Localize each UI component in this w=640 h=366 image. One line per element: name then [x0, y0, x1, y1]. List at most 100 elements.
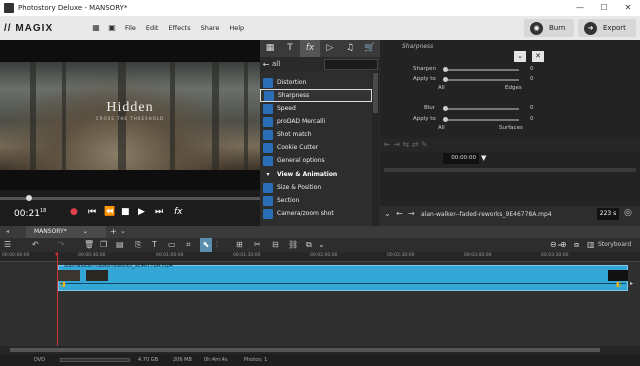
sharpen-value[interactable]: 0	[530, 66, 534, 72]
track-arrow-icon[interactable]: ▸	[630, 280, 633, 287]
effect-group-view-animation[interactable]: ▾ View & Animation	[260, 168, 372, 181]
apply-to-value[interactable]: 0	[530, 76, 534, 82]
media-grid-icon[interactable]: ▦	[260, 40, 280, 57]
tab-music[interactable]: ♫	[340, 40, 360, 57]
back-arrow-icon[interactable]: ←	[260, 60, 272, 69]
record-icon[interactable]: ●	[70, 207, 78, 217]
close-button[interactable]: ✕	[616, 0, 640, 16]
effect-item-size-position[interactable]: Size & Position	[260, 181, 372, 194]
chevron-double-down-icon[interactable]: ⌄	[384, 209, 391, 218]
crop-icon[interactable]: ⌗	[186, 238, 191, 252]
effect-item-shot-match[interactable]: Shot match	[260, 128, 372, 141]
delete-icon[interactable]: 🗑	[84, 238, 94, 252]
play-icon[interactable]: ▶	[138, 207, 145, 217]
close-icon[interactable]: ✕	[532, 51, 544, 62]
zoom-fit-icon[interactable]: ⧈	[574, 238, 579, 252]
apply-to-slider[interactable]	[445, 79, 519, 81]
skip-back-icon[interactable]: ⏮	[88, 207, 96, 217]
export-button[interactable]: ➜ Export	[578, 19, 636, 37]
unlink-icon[interactable]: ⧉	[306, 238, 312, 252]
chevron-down-icon[interactable]: ⌄	[318, 238, 325, 252]
playhead[interactable]	[57, 252, 58, 346]
zoom-in-icon[interactable]: ⊕	[560, 238, 567, 252]
info-icon[interactable]: ◎	[624, 208, 632, 218]
next-arrow-icon[interactable]: →	[408, 209, 415, 218]
tab-transitions[interactable]: ▷	[320, 40, 340, 57]
maximize-button[interactable]: ☐	[592, 0, 616, 16]
effect-item-section[interactable]: Section	[260, 194, 372, 207]
cut-icon[interactable]: ✂	[254, 238, 261, 252]
storyboard-button[interactable]: Storyboard	[598, 238, 631, 252]
effect-item-general-options[interactable]: General options	[260, 154, 372, 167]
group-icon[interactable]: ⊟	[272, 238, 279, 252]
keyframe-scrollbar[interactable]	[384, 168, 636, 172]
blur-slider-handle[interactable]	[443, 106, 448, 111]
sharpen-slider[interactable]	[445, 69, 519, 71]
sharpen-slider-handle[interactable]	[443, 67, 448, 72]
effect-item-prodad-mercalli[interactable]: proDAD Mercalli	[260, 115, 372, 128]
zoom-out-icon[interactable]: ⊖	[550, 238, 557, 252]
apply-to-value[interactable]: 0	[530, 116, 534, 122]
tab-store[interactable]: 🛒	[360, 40, 380, 57]
menu-file[interactable]: File	[120, 24, 141, 32]
tab-titles[interactable]: T	[280, 40, 300, 57]
skip-forward-icon[interactable]: ⏭	[155, 207, 163, 217]
chevron-down-icon[interactable]: ⌄	[83, 228, 88, 235]
fade-handle-icon[interactable]: ◧	[616, 281, 622, 288]
menu-share[interactable]: Share	[196, 24, 225, 32]
paste-icon[interactable]: ▤	[116, 238, 124, 252]
add-tab-icon[interactable]: +	[110, 227, 117, 236]
effects-search-input[interactable]	[324, 58, 378, 70]
keyframe-marker-icon[interactable]: ▼	[481, 154, 486, 162]
redo-icon[interactable]: ↷	[58, 238, 65, 252]
timeline-scrollbar[interactable]	[0, 346, 640, 354]
stop-icon[interactable]: ■	[121, 207, 130, 217]
scrollbar-thumb[interactable]	[373, 73, 378, 113]
position-slider[interactable]	[0, 197, 260, 200]
menu-effects[interactable]: Effects	[163, 24, 195, 32]
effects-scrollbar[interactable]	[372, 71, 379, 226]
playhead-marker-icon[interactable]: ▾	[55, 251, 58, 258]
text-tool-icon[interactable]: T	[152, 238, 157, 252]
scrollbar-thumb[interactable]	[10, 348, 600, 352]
menu-help[interactable]: Help	[224, 24, 249, 32]
chevron-down-icon[interactable]: ⌄	[120, 227, 126, 235]
insert-icon[interactable]: ⎘	[135, 238, 141, 252]
effect-item-camera-zoom-shot[interactable]: Camera/zoom shot	[260, 207, 372, 220]
image-icon[interactable]: ▭	[168, 238, 176, 252]
chevron-down-icon[interactable]: ⌄	[514, 51, 526, 62]
copy-icon[interactable]: ❐	[100, 238, 107, 252]
minimize-button[interactable]: —	[568, 0, 592, 16]
tab-effects[interactable]: fx	[300, 40, 320, 57]
burn-button[interactable]: ◉ Burn	[524, 19, 574, 37]
blur-value[interactable]: 0	[530, 105, 534, 111]
rewind-icon[interactable]: ⏪	[104, 207, 115, 217]
link-icon[interactable]: ⛓	[288, 238, 298, 252]
new-project-icon[interactable]: ▦	[91, 23, 101, 33]
position-slider-handle[interactable]	[26, 195, 32, 201]
tab-overflow-icon[interactable]: ◂	[6, 228, 9, 235]
storyboard-icon[interactable]: ▥	[587, 238, 595, 252]
volume-line[interactable]	[60, 283, 626, 284]
prev-arrow-icon[interactable]: ←	[396, 209, 403, 218]
undo-icon[interactable]: ↶	[32, 238, 39, 252]
tab-mansory[interactable]: MANSORY* ⌄	[26, 226, 106, 238]
effect-item-speed[interactable]: Speed	[260, 102, 372, 115]
keyframe-time[interactable]: 00:00:00	[443, 153, 479, 164]
apply-to-slider-handle[interactable]	[443, 117, 448, 122]
split-icon[interactable]: ⫶	[216, 238, 218, 252]
save-icon[interactable]: ▣	[107, 23, 117, 33]
fx-icon[interactable]: fx	[174, 207, 183, 217]
fade-handle-icon[interactable]: ◨	[60, 281, 66, 288]
blur-slider[interactable]	[445, 108, 519, 110]
effect-item-sharpness[interactable]: Sharpness	[260, 89, 372, 102]
pointer-tool-icon[interactable]: ⬉	[200, 238, 212, 252]
effect-item-distortion[interactable]: Distortion	[260, 76, 372, 89]
effect-item-cookie-cutter[interactable]: Cookie Cutter	[260, 141, 372, 154]
apply-to-slider-handle[interactable]	[443, 77, 448, 82]
apply-to-slider[interactable]	[445, 119, 519, 121]
trim-icon[interactable]: ⊞	[236, 238, 243, 252]
menu-icon[interactable]: ☰	[4, 238, 11, 252]
keyframe-nav-icon[interactable]: ⇤ ⇥ ⇆ ⇄ ✎	[384, 140, 428, 149]
format-label[interactable]: DVD	[34, 357, 45, 363]
